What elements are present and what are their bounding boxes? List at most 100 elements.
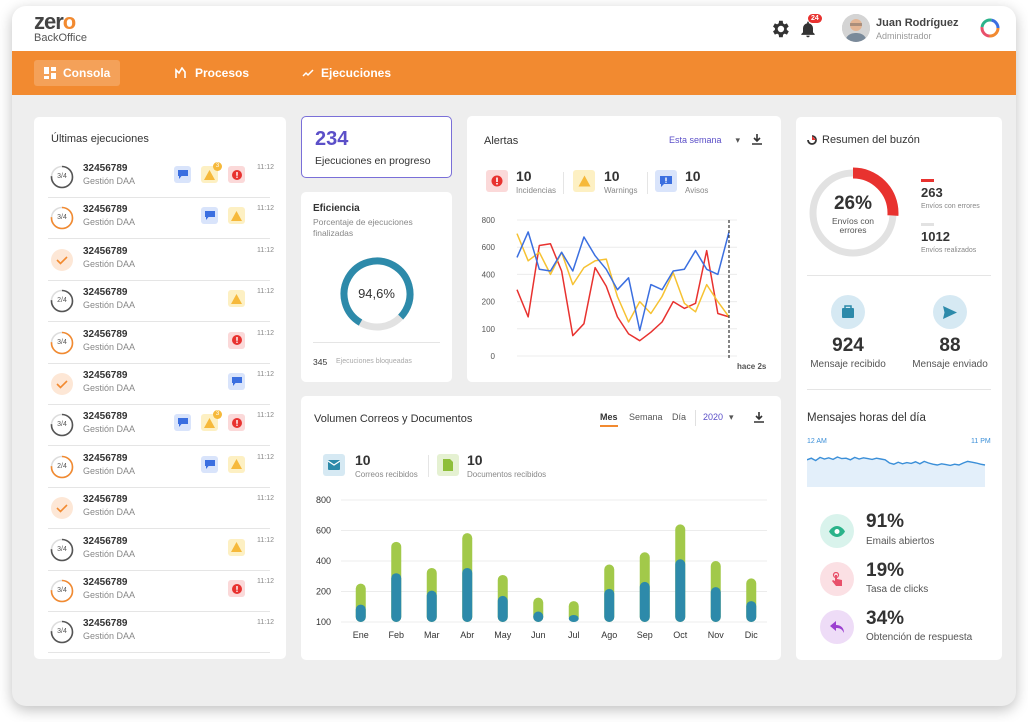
volume-bar-chart: 800 600 400 200 100 Ene Feb Mar Abr May Jun Jul Ago S… <box>316 495 767 640</box>
execution-row[interactable]: 2/4 32456789 Gestión DAA 11:12 <box>48 281 274 323</box>
y-tick-label: 600 <box>316 526 331 536</box>
x-tick-label: Feb <box>388 630 404 640</box>
mail-bar[interactable] <box>426 590 437 622</box>
app-ring-icon[interactable] <box>979 17 1001 39</box>
execution-id: 32456789 <box>83 287 128 299</box>
alerts-title: Alertas <box>484 135 519 147</box>
execution-id: 32456789 <box>83 411 128 423</box>
x-tick-label: Mar <box>424 630 440 640</box>
alerts-card: Alertas Esta semana ▾ 10 Incidencias 10 … <box>467 116 781 382</box>
mail-bar[interactable] <box>675 559 686 622</box>
execution-process: Gestión DAA <box>83 258 136 269</box>
sent-count: 88 <box>939 335 961 356</box>
x-tick-label: May <box>494 630 512 640</box>
top-bar: zero BackOffice 24 Juan Rodríguez Admini… <box>12 6 1016 51</box>
notice-icon[interactable] <box>228 373 245 390</box>
tab-semana[interactable]: Semana <box>629 412 663 422</box>
execution-row[interactable]: 3/4 32456789 Gestión DAA 11:12 <box>48 530 274 571</box>
alerts-period-select[interactable]: Esta semana ▾ <box>669 135 740 146</box>
mail-bar[interactable] <box>533 611 544 622</box>
error-icon[interactable] <box>228 331 245 349</box>
tab-dia[interactable]: Día <box>672 412 686 422</box>
execution-row[interactable]: 3/4 32456789 Gestión DAA 11:12 <box>48 198 274 240</box>
mail-bar[interactable] <box>710 587 721 622</box>
warning-icon[interactable] <box>228 538 245 556</box>
execution-time: 11:12 <box>257 288 274 296</box>
execution-row[interactable]: 3/4 32456789 Gestión DAA 11:12 <box>48 612 274 654</box>
send-icon <box>933 295 967 329</box>
mail-bar[interactable] <box>604 588 615 622</box>
in-progress-card[interactable]: 234 Ejecuciones en progreso <box>301 116 452 178</box>
mail-bar[interactable] <box>391 573 402 622</box>
execution-time: 11:12 <box>257 453 274 461</box>
mailbox-pct-label-2: errores <box>839 225 867 235</box>
x-tick-label: Sep <box>637 630 653 640</box>
year-select[interactable]: 2020 ▾ <box>703 412 734 423</box>
x-tick-label: Dic <box>745 630 758 640</box>
mail-bar[interactable] <box>568 615 579 622</box>
nav-ejecuciones[interactable]: Ejecuciones <box>292 60 401 86</box>
brand-logo[interactable]: zero BackOffice <box>34 11 87 45</box>
execution-row[interactable]: 3/4 32456789 Gestión DAA 11:12 <box>48 323 274 364</box>
volume-download-icon[interactable] <box>753 411 765 429</box>
eye-icon <box>820 514 854 548</box>
stat-replies-value: 34% <box>866 608 905 629</box>
notices-label: Avisos <box>685 186 709 195</box>
error-icon[interactable] <box>228 414 245 432</box>
warning-icon[interactable] <box>228 290 245 308</box>
execution-id: 32456789 <box>83 204 128 216</box>
warning-icon[interactable] <box>228 207 245 225</box>
app-window: zero BackOffice 24 Juan Rodríguez Admini… <box>12 6 1016 706</box>
execution-time: 11:12 <box>257 412 274 420</box>
hours-end-label: 11 PM <box>971 438 991 445</box>
nav-consola[interactable]: Consola <box>34 60 121 86</box>
mail-bar[interactable] <box>462 567 473 622</box>
execution-process: Gestión DAA <box>83 217 136 228</box>
execution-id: 32456789 <box>83 494 128 506</box>
execution-row[interactable]: 2/4 32456789 Gestión DAA 11:12 <box>48 447 274 488</box>
docs-label: Documentos recibidos <box>467 470 547 479</box>
notice-icon[interactable] <box>174 166 191 183</box>
execution-time: 11:12 <box>257 329 274 337</box>
document-icon <box>437 454 459 476</box>
tab-mes[interactable]: Mes <box>600 412 618 427</box>
mail-bar[interactable] <box>497 595 508 622</box>
notice-icon[interactable] <box>174 414 191 432</box>
execution-time: 11:12 <box>257 371 274 378</box>
mail-bar[interactable] <box>355 604 366 622</box>
execution-row[interactable]: 3/4 32456789 Gestión DAA 11:12 <box>48 571 274 612</box>
step-label: 2/4 <box>57 297 67 305</box>
user-name[interactable]: Juan Rodríguez <box>876 17 959 29</box>
y-tick-label: 0 <box>491 352 496 361</box>
docs-count: 10 <box>467 452 483 468</box>
notice-icon[interactable] <box>201 207 218 225</box>
alerts-line-chart: 800 600 400 200 100 0 hace 2s <box>482 216 767 371</box>
alerts-download-icon[interactable] <box>751 133 763 151</box>
notice-icon[interactable] <box>201 455 218 473</box>
execution-row[interactable]: 32456789 Gestión DAA 11:12 <box>48 240 274 281</box>
touch-icon <box>820 562 854 596</box>
execution-process: Gestión DAA <box>83 300 136 311</box>
warning-icon[interactable]: 3 <box>201 410 222 432</box>
user-role: Administrador <box>876 31 932 41</box>
mailbox-chart-icon <box>807 135 817 145</box>
mail-bar[interactable] <box>639 581 650 622</box>
user-avatar[interactable] <box>842 14 870 42</box>
execution-id: 32456789 <box>83 618 128 630</box>
execution-row[interactable]: 3/4 32456789 Gestión DAA 11:12 3 <box>48 157 274 198</box>
mail-bar[interactable] <box>746 601 757 622</box>
warning-icon[interactable] <box>228 455 245 473</box>
completed-check-icon <box>51 248 73 271</box>
execution-row[interactable]: 32456789 Gestión DAA 11:12 <box>48 488 274 530</box>
in-progress-label: Ejecuciones en progreso <box>315 155 431 167</box>
stat-replies-label: Obtención de respuesta <box>866 632 973 643</box>
warning-icon[interactable]: 3 <box>201 162 222 183</box>
execution-row[interactable]: 3/4 32456789 Gestión DAA 11:12 3 <box>48 405 274 447</box>
error-icon[interactable] <box>228 580 245 597</box>
y-tick-label: 800 <box>482 216 496 225</box>
execution-row[interactable]: 32456789 Gestión DAA 11:12 <box>48 364 274 405</box>
settings-gear-icon[interactable] <box>769 18 791 40</box>
error-icon[interactable] <box>228 166 245 183</box>
nav-procesos[interactable]: Procesos <box>164 60 259 86</box>
notifications-bell-icon[interactable]: 24 <box>798 14 822 40</box>
